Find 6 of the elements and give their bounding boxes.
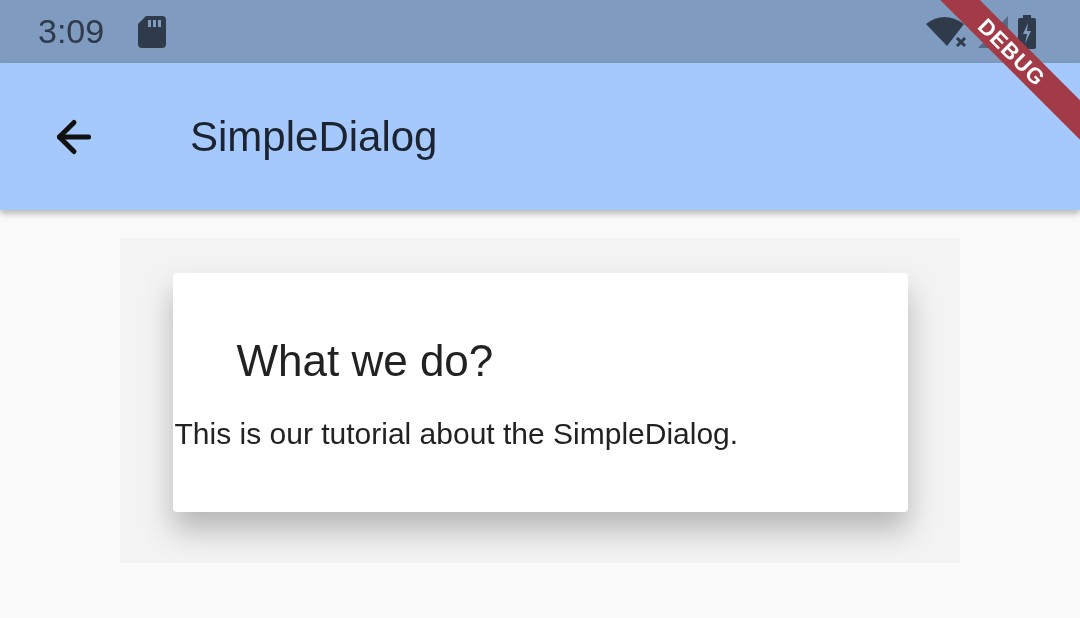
wifi-off-icon (926, 15, 968, 48)
dialog-text: This is our tutorial about the SimpleDialog. (174, 417, 740, 451)
status-time: 3:09 (38, 11, 105, 52)
dialog-title: What we do? (236, 337, 495, 386)
app-bar-title: SimpleDialog (190, 112, 438, 162)
sd-card-icon (138, 15, 167, 48)
